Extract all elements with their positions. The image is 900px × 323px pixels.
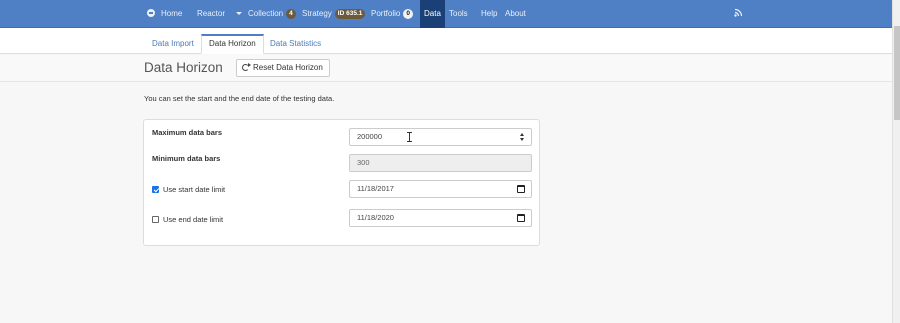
- home-icon: [147, 9, 155, 17]
- page-description: You can set the start and the end date o…: [144, 94, 335, 103]
- end-date-value: 11/18/2020: [357, 213, 394, 222]
- nav-about[interactable]: About: [505, 0, 526, 28]
- caret-down-icon: [236, 12, 243, 15]
- nav-reactor-label: Reactor: [197, 9, 226, 18]
- nav-reactor[interactable]: Reactor: [197, 0, 243, 28]
- top-navbar: Home Reactor Collection 4 Strategy ID 635.…: [0, 0, 892, 28]
- nav-home-label: Home: [161, 9, 183, 18]
- nav-data[interactable]: Data: [420, 0, 445, 28]
- text-cursor-icon: [407, 132, 412, 142]
- collection-count-badge: 4: [286, 9, 296, 19]
- end-date-input[interactable]: 11/18/2020: [349, 209, 532, 227]
- page-header: Data Horizon Reset Data Horizon: [0, 55, 892, 82]
- nav-help[interactable]: Help: [481, 0, 497, 28]
- nav-data-label: Data: [424, 9, 441, 18]
- nav-collection[interactable]: Collection 4: [248, 0, 296, 28]
- rss-feed-button[interactable]: [734, 0, 743, 28]
- reset-button-label: Reset Data Horizon: [253, 63, 323, 72]
- tab-data-horizon[interactable]: Data Horizon: [201, 34, 264, 54]
- portfolio-count-badge: 0: [403, 9, 413, 19]
- nav-help-label: Help: [481, 9, 498, 18]
- tab-data-import[interactable]: Data Import: [145, 34, 201, 54]
- data-tabs: Data Import Data Horizon Data Statistics: [0, 28, 892, 54]
- max-bars-input[interactable]: 200000: [349, 128, 532, 146]
- scrollbar-thumb[interactable]: [894, 26, 900, 120]
- tab-data-statistics[interactable]: Data Statistics: [263, 34, 328, 54]
- nav-portfolio[interactable]: Portfolio 0: [371, 0, 413, 28]
- calendar-icon[interactable]: [517, 214, 525, 222]
- min-bars-value: 300: [357, 158, 370, 167]
- nav-tools-label: Tools: [449, 9, 468, 18]
- start-date-checkbox[interactable]: [152, 186, 159, 193]
- start-date-input[interactable]: 11/18/2017: [349, 180, 532, 198]
- min-bars-label: Minimum data bars: [152, 154, 221, 163]
- rss-feed-icon: [734, 8, 743, 17]
- start-date-value: 11/18/2017: [357, 184, 394, 193]
- strategy-id-badge: ID 635.1: [334, 9, 366, 19]
- refresh-icon: [242, 63, 251, 71]
- data-horizon-form: Maximum data bars 200000 Minimum data ba…: [143, 119, 540, 246]
- max-bars-value: 200000: [357, 132, 383, 141]
- nav-tools[interactable]: Tools: [449, 0, 468, 28]
- start-date-label: Use start date limit: [163, 185, 226, 194]
- nav-strategy[interactable]: Strategy ID 635.1: [302, 0, 366, 28]
- nav-about-label: About: [505, 9, 526, 18]
- calendar-icon[interactable]: [517, 185, 525, 193]
- nav-home[interactable]: Home: [147, 0, 182, 28]
- max-bars-label: Maximum data bars: [152, 128, 223, 137]
- nav-collection-label: Collection: [248, 9, 284, 18]
- reset-data-horizon-button[interactable]: Reset Data Horizon: [236, 59, 330, 77]
- nav-portfolio-label: Portfolio: [371, 9, 401, 18]
- page-scrollbar[interactable]: [892, 0, 900, 323]
- end-date-checkbox[interactable]: [152, 216, 159, 223]
- nav-strategy-label: Strategy: [302, 9, 332, 18]
- spinner-arrows-icon[interactable]: [520, 133, 525, 141]
- min-bars-input: 300: [349, 154, 532, 172]
- end-date-label: Use end date limit: [163, 215, 224, 224]
- page-title: Data Horizon: [144, 60, 223, 75]
